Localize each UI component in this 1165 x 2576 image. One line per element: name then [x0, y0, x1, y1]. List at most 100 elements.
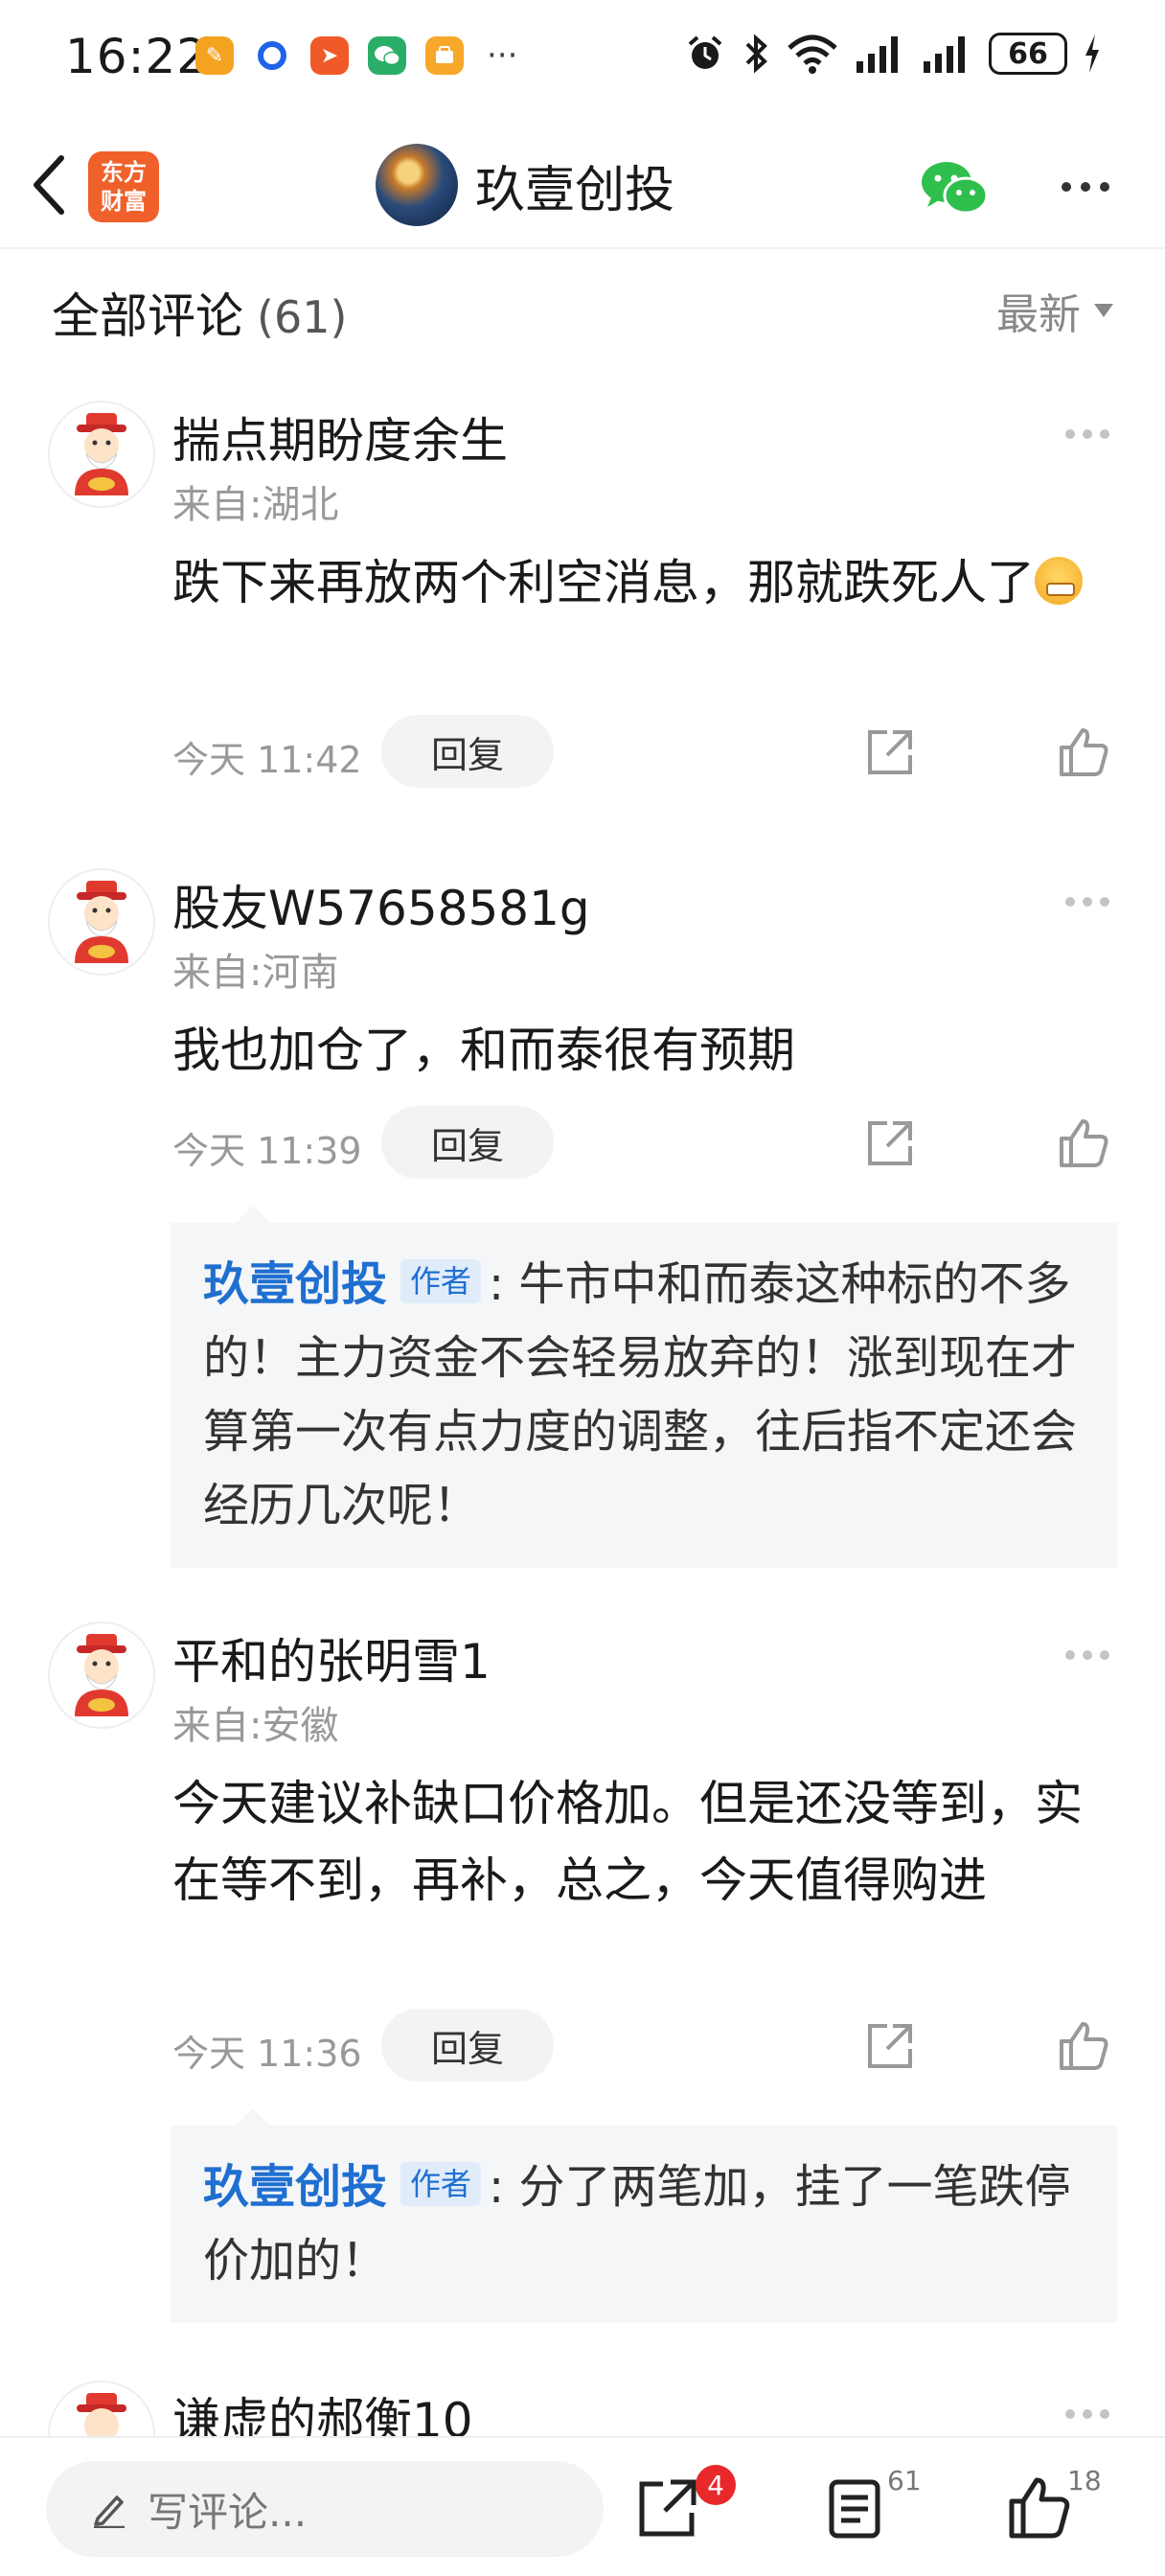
dot — [1062, 182, 1071, 192]
avatar[interactable] — [48, 401, 155, 508]
reply-button[interactable]: 回复 — [381, 2009, 554, 2082]
sort-label: 最新 — [996, 290, 1081, 339]
comment-count: 61 — [887, 2465, 922, 2496]
fortune-god-avatar-icon — [75, 413, 128, 495]
thumbs-up-icon[interactable] — [1058, 2020, 1109, 2072]
dot — [1083, 2409, 1092, 2419]
share-badge: 4 — [696, 2465, 736, 2505]
comment-actions: 今天 11:42 回复 — [0, 715, 1165, 790]
share-icon[interactable] — [864, 2020, 916, 2072]
pencil-icon — [94, 2496, 125, 2528]
reply-button[interactable]: 回复 — [381, 1106, 554, 1179]
share-icon[interactable] — [864, 1117, 916, 1169]
comment-more-button[interactable] — [1065, 2409, 1109, 2419]
comment-more-button[interactable] — [1065, 1650, 1109, 1660]
caret-down-icon — [1094, 304, 1113, 317]
dot — [1100, 1650, 1109, 1660]
comment-text: 今天建议补缺口价格加。但是还没等到，实在等不到，再补，总之，今天值得购进 — [172, 1776, 1083, 1908]
avatar[interactable] — [48, 868, 155, 976]
page-title: 玖壹创投 — [475, 161, 675, 219]
status-bar: 16:22 ✎ ➤ ··· 66 — [0, 0, 1165, 115]
author-tag: 作者 — [400, 2162, 482, 2206]
app-blue-icon — [253, 36, 291, 75]
more-notifications: ··· — [487, 36, 518, 75]
dot — [1100, 429, 1109, 439]
wechat-share-button[interactable] — [920, 157, 989, 218]
comment-more-button[interactable] — [1065, 429, 1109, 439]
share-icon[interactable] — [864, 726, 916, 778]
wechat-icon — [922, 162, 989, 215]
app-orange-icon: ✎ — [195, 36, 234, 75]
author-reply-name[interactable]: 玖壹创投 — [203, 2160, 387, 2214]
comment-text: 我也加仓了，和而泰很有预期 — [172, 1023, 795, 1078]
author-tag: 作者 — [400, 1259, 482, 1303]
signal-icon-1 — [857, 36, 898, 73]
comment-more-button[interactable] — [1065, 897, 1109, 907]
dot — [1100, 182, 1109, 192]
reply-button[interactable]: 回复 — [381, 715, 554, 788]
dot — [1083, 1650, 1092, 1660]
location: 来自:湖北 — [172, 483, 339, 527]
comments-label: 全部评论 — [52, 288, 243, 344]
chevron-left-icon — [34, 155, 64, 215]
comment-text-content: 跌下来再放两个利空消息，那就跌死人了 — [172, 555, 1035, 610]
dot — [1065, 1650, 1075, 1660]
comment-time: 今天 11:39 — [172, 1130, 362, 1172]
dot — [1100, 897, 1109, 907]
bottom-bar: 写评论... 4 61 18 — [0, 2436, 1165, 2576]
author-avatar — [376, 144, 458, 226]
location: 来自:河南 — [172, 951, 339, 995]
comment-time: 今天 11:42 — [172, 739, 362, 781]
status-time: 16:22 — [65, 29, 209, 84]
back-button[interactable] — [21, 151, 79, 218]
charging-icon — [1085, 34, 1099, 73]
fortune-god-avatar-icon — [75, 1634, 128, 1716]
thumbs-up-icon[interactable] — [1058, 1117, 1109, 1169]
grin-emoji-icon — [1035, 557, 1083, 605]
username[interactable]: 揣点期盼度余生 — [172, 402, 508, 472]
bluetooth-icon — [745, 34, 767, 74]
app-yellow-icon — [425, 36, 464, 75]
dot — [1100, 2409, 1109, 2419]
comment-input[interactable]: 写评论... — [46, 2461, 604, 2557]
status-right: 66 — [684, 33, 1102, 75]
avatar[interactable] — [48, 1622, 155, 1729]
notification-icons: ✎ ➤ ··· — [195, 36, 517, 75]
like-count: 18 — [1067, 2465, 1102, 2496]
top-navigation: 东方 财富 玖壹创投 — [0, 125, 1165, 249]
sort-dropdown[interactable]: 最新 — [996, 280, 1113, 341]
share-icon[interactable] — [636, 2476, 699, 2540]
dot — [1065, 897, 1075, 907]
comment-actions: 今天 11:36 回复 — [0, 2009, 1165, 2083]
comments-header: 全部评论 (61) — [52, 278, 347, 347]
username[interactable]: 股友W57658581g — [172, 870, 590, 939]
author-reply[interactable]: 玖壹创投 作者: 分了两笔加，挂了一笔跌停价加的！ — [171, 2108, 1117, 2323]
alarm-icon — [688, 35, 722, 69]
app-logo-line2: 财富 — [101, 188, 147, 215]
comment-time: 今天 11:36 — [172, 2033, 362, 2075]
thumbs-up-icon[interactable] — [1058, 726, 1109, 778]
author-reply-name[interactable]: 玖壹创投 — [203, 1257, 387, 1311]
app-logo[interactable]: 东方 财富 — [88, 151, 159, 222]
app-screen: 16:22 ✎ ➤ ··· 66 东方 财富 玖壹创投 全部评论 (61) 最新… — [0, 0, 1165, 2576]
author-reply[interactable]: 玖壹创投 作者: 牛市中和而泰这种标的不多的！主力资金不会轻易放弃的！涨到现在才算… — [171, 1206, 1117, 1568]
app-red-icon: ➤ — [310, 36, 349, 75]
page-title-group[interactable]: 玖壹创投 — [376, 144, 674, 226]
fortune-god-avatar-icon — [75, 881, 128, 963]
dot — [1083, 897, 1092, 907]
location: 来自:安徽 — [172, 1704, 339, 1748]
username[interactable]: 平和的张明雪1 — [172, 1623, 491, 1692]
dot — [1083, 429, 1092, 439]
dot — [1065, 429, 1075, 439]
comments-icon[interactable] — [826, 2476, 889, 2540]
comment-actions: 今天 11:39 回复 — [0, 1106, 1165, 1181]
thumbs-up-icon[interactable] — [1008, 2476, 1071, 2540]
dot — [1065, 2409, 1075, 2419]
comment-input-placeholder: 写评论... — [148, 2488, 308, 2536]
battery-indicator: 66 — [989, 33, 1067, 75]
comments-count: (61) — [257, 291, 348, 343]
comment-text: 跌下来再放两个利空消息，那就跌死人了 — [172, 544, 1083, 621]
signal-icon-2 — [924, 36, 965, 73]
more-options-button[interactable] — [1052, 163, 1119, 211]
wifi-icon — [788, 34, 837, 74]
